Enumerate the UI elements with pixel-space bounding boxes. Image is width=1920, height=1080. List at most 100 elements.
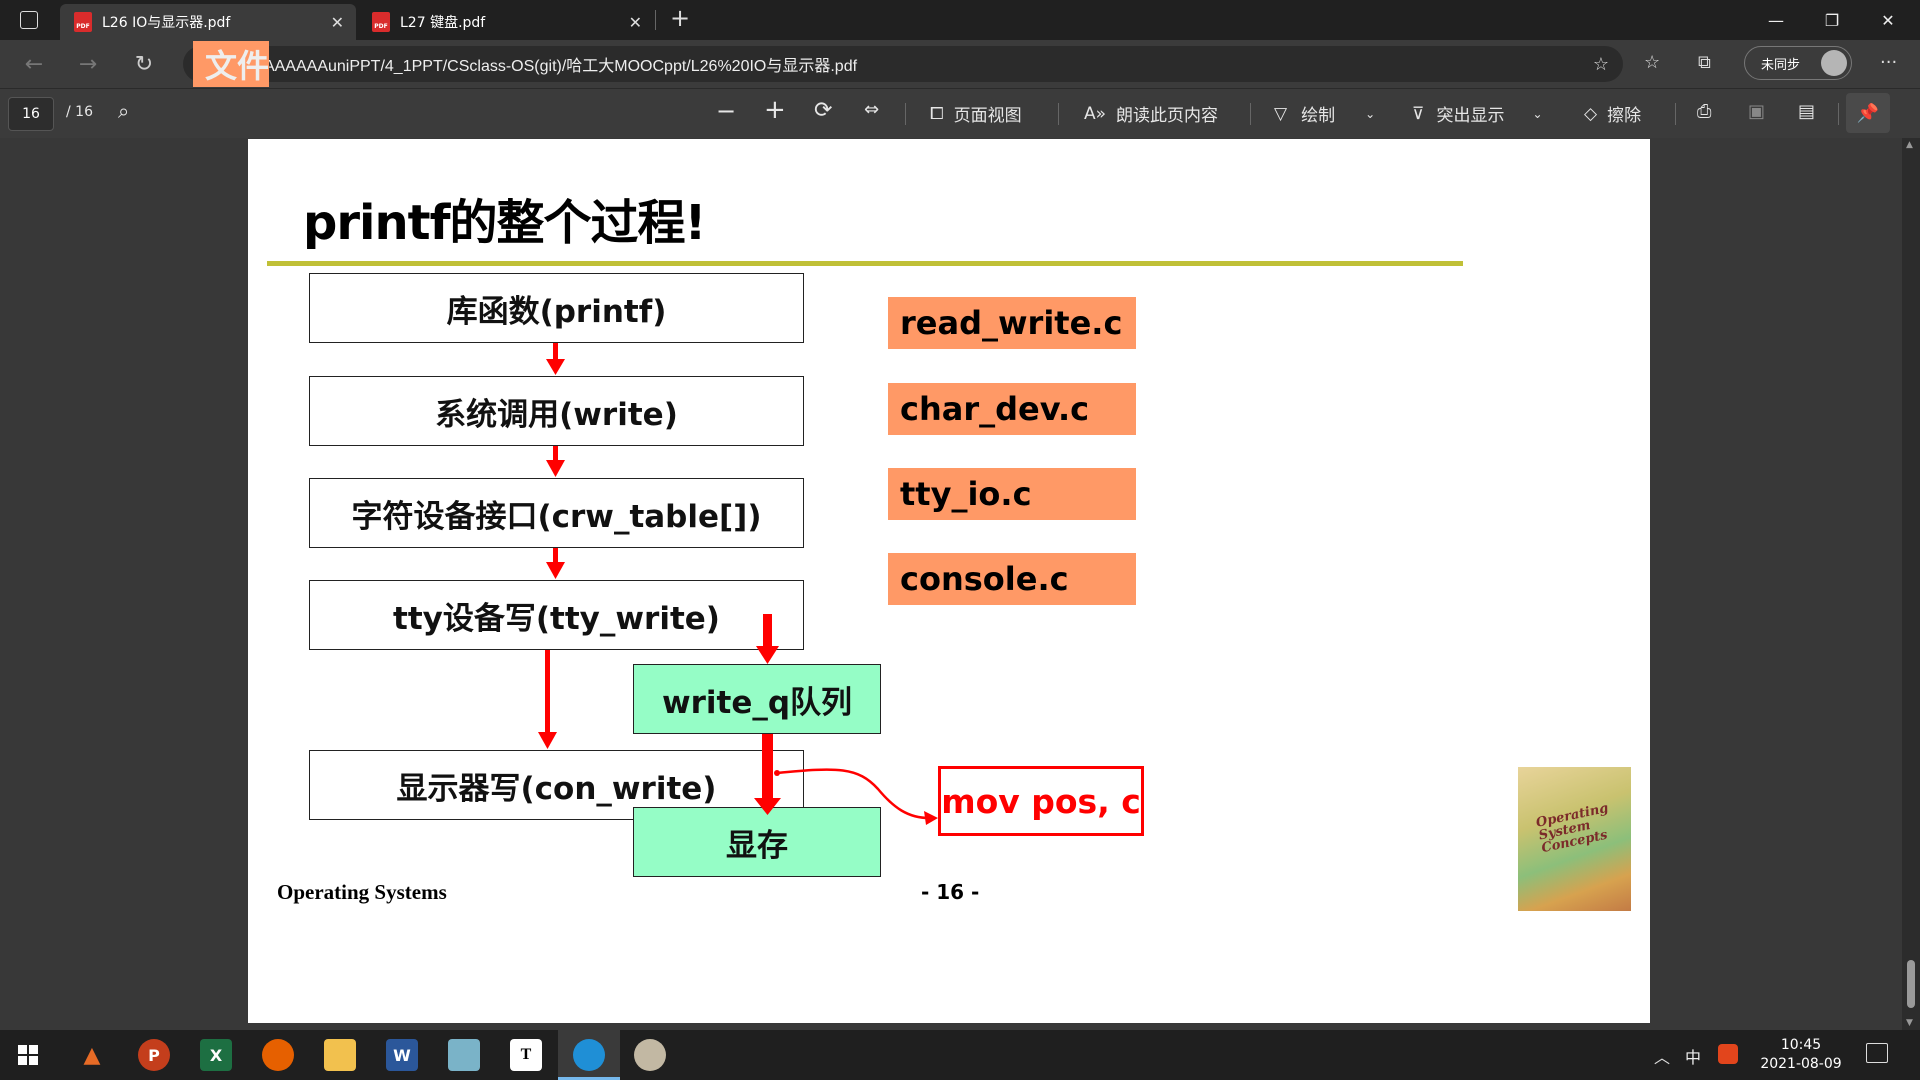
- erase-label: 擦除: [1607, 106, 1642, 126]
- highlight-icon: ⊽: [1412, 103, 1425, 124]
- mov-instruction-box: mov pos, c: [938, 766, 1144, 836]
- zoom-out-icon[interactable]: −: [716, 97, 736, 125]
- paint-icon[interactable]: [634, 1039, 666, 1071]
- title-rule: [267, 261, 1463, 266]
- notification-icon[interactable]: [1866, 1043, 1888, 1063]
- ime-indicator[interactable]: 中: [1685, 1044, 1701, 1068]
- collections-icon[interactable]: ⧉: [1698, 52, 1711, 73]
- excel-icon[interactable]: X: [200, 1039, 232, 1071]
- draw-label: 绘制: [1301, 106, 1336, 126]
- pdf-icon: PDF: [372, 12, 390, 32]
- vertical-scrollbar[interactable]: ▲ ▼: [1902, 138, 1920, 1030]
- draw-icon: ▽: [1274, 103, 1288, 124]
- arrow-down: [538, 732, 557, 749]
- arrow-down: [546, 562, 565, 579]
- toolbar-divider: [1838, 103, 1839, 125]
- file-label: char_dev.c: [888, 383, 1136, 435]
- system-clock[interactable]: 10:45 2021-08-09: [1756, 1036, 1846, 1074]
- chevron-down-icon[interactable]: ⌄: [1365, 107, 1375, 121]
- clock-time: 10:45: [1780, 1037, 1822, 1053]
- edge-icon[interactable]: [573, 1039, 605, 1071]
- file-label: read_write.c: [888, 297, 1136, 349]
- tab-actions-icon[interactable]: [20, 11, 38, 29]
- restore-button[interactable]: ❐: [1804, 0, 1860, 40]
- new-tab-button[interactable]: +: [665, 4, 695, 34]
- powerpoint-icon[interactable]: P: [138, 1039, 170, 1071]
- rotate-icon[interactable]: ⟳: [814, 98, 832, 123]
- scheme-label: 文件: [193, 41, 270, 87]
- save-as-icon[interactable]: ▤: [1798, 101, 1815, 122]
- tab-l27[interactable]: PDF L27 键盘.pdf ✕: [358, 4, 654, 40]
- forward-button[interactable]: →: [72, 48, 104, 80]
- toolbar-divider: [905, 103, 906, 125]
- highlight-button[interactable]: ⊽ 突出显示 ⌄: [1412, 101, 1543, 127]
- arrow-down: [546, 460, 565, 477]
- chevron-down-icon[interactable]: ⌄: [1532, 107, 1542, 121]
- slide-title: printf的整个过程!: [303, 195, 706, 251]
- box-lib-function: 库函数(printf): [309, 273, 804, 343]
- chevron-up-icon[interactable]: ︿: [1654, 1044, 1670, 1068]
- scroll-down-icon[interactable]: ▼: [1906, 1018, 1913, 1028]
- erase-button[interactable]: ◇ 擦除: [1584, 101, 1642, 127]
- file-explorer-icon[interactable]: [324, 1039, 356, 1071]
- toolbar-divider: [1250, 103, 1251, 125]
- tab-label: L26 IO与显示器.pdf: [102, 15, 231, 31]
- add-favorite-icon[interactable]: ☆: [1593, 54, 1609, 75]
- back-button[interactable]: ←: [18, 48, 50, 80]
- close-icon[interactable]: ✕: [331, 13, 344, 32]
- windows-start-icon[interactable]: [12, 1039, 44, 1071]
- pdf-icon: PDF: [74, 12, 92, 32]
- taskbar: ▲ P X W T ︿ 中 10:45 2021-08-09: [0, 1030, 1920, 1080]
- profile-button[interactable]: 未同步: [1744, 46, 1852, 80]
- sync-label: 未同步: [1761, 57, 1801, 73]
- clock-date: 2021-08-09: [1760, 1056, 1842, 1072]
- close-icon[interactable]: ✕: [629, 13, 642, 32]
- save-icon[interactable]: ▣: [1748, 101, 1765, 122]
- footer-page-number: - 16 -: [921, 880, 980, 904]
- zoom-in-icon[interactable]: +: [764, 95, 786, 125]
- book-title: Operating System Concepts: [1534, 800, 1610, 857]
- matlab-icon[interactable]: ▲: [76, 1039, 108, 1071]
- word-icon[interactable]: W: [386, 1039, 418, 1071]
- pdf-toolbar: 16 / 16 ⌕ − + ⟳ ⇔ ⧠ 页面视图 A» 朗读此页内容 ▽ 绘制 …: [0, 88, 1920, 138]
- tab-l26[interactable]: PDF L26 IO与显示器.pdf ✕: [60, 4, 356, 40]
- minimize-button[interactable]: —: [1748, 0, 1804, 40]
- highlight-label: 突出显示: [1436, 106, 1505, 126]
- print-icon[interactable]: ⎙: [1697, 101, 1711, 122]
- sogou-icon[interactable]: [1718, 1044, 1738, 1064]
- notes-app-icon[interactable]: [448, 1039, 480, 1071]
- read-aloud-label: 朗读此页内容: [1116, 106, 1219, 126]
- pdf-viewer[interactable]: printf的整个过程! 库函数(printf) 系统调用(write) 字符设…: [0, 138, 1920, 1030]
- box-tty-write: tty设备写(tty_write): [309, 580, 804, 650]
- tab-divider: [655, 10, 656, 30]
- firefox-icon[interactable]: [262, 1039, 294, 1071]
- page-total: / 16: [66, 104, 93, 120]
- scrollbar-thumb[interactable]: [1907, 960, 1915, 1008]
- toolbar-divider: [1675, 103, 1676, 125]
- pin-toolbar-icon[interactable]: 📌: [1846, 93, 1890, 133]
- box-write-queue: write_q队列: [633, 664, 881, 734]
- file-label: console.c: [888, 553, 1136, 605]
- arrow-down: [546, 359, 565, 375]
- page-view-icon: ⧠: [930, 103, 944, 124]
- fit-page-icon[interactable]: ⇔: [864, 99, 879, 120]
- box-system-call: 系统调用(write): [309, 376, 804, 446]
- address-bar: ← → ↻ i 文件 | E:/AAAAAAuniPPT/4_1PPT/CScl…: [0, 40, 1920, 88]
- url-field[interactable]: i 文件 | E:/AAAAAAuniPPT/4_1PPT/CSclass-OS…: [183, 41, 1623, 87]
- url-text: E:/AAAAAAuniPPT/4_1PPT/CSclass-OS(git)/哈…: [244, 58, 858, 75]
- mov-arrow-head: [924, 811, 938, 825]
- page-view-button[interactable]: ⧠ 页面视图: [930, 101, 1022, 127]
- close-window-button[interactable]: ✕: [1860, 0, 1916, 40]
- arrow-down: [553, 343, 558, 361]
- typora-icon[interactable]: T: [510, 1039, 542, 1071]
- scroll-up-icon[interactable]: ▲: [1906, 140, 1913, 150]
- more-icon[interactable]: ···: [1880, 52, 1897, 73]
- favorites-icon[interactable]: ☆: [1644, 52, 1660, 73]
- page-number-input[interactable]: 16: [8, 97, 54, 131]
- read-aloud-button[interactable]: A» 朗读此页内容: [1084, 101, 1219, 127]
- search-icon[interactable]: ⌕: [118, 99, 129, 123]
- page-view-label: 页面视图: [953, 106, 1022, 126]
- draw-button[interactable]: ▽ 绘制 ⌄: [1274, 101, 1375, 127]
- eraser-icon: ◇: [1584, 103, 1598, 124]
- refresh-button[interactable]: ↻: [128, 48, 160, 80]
